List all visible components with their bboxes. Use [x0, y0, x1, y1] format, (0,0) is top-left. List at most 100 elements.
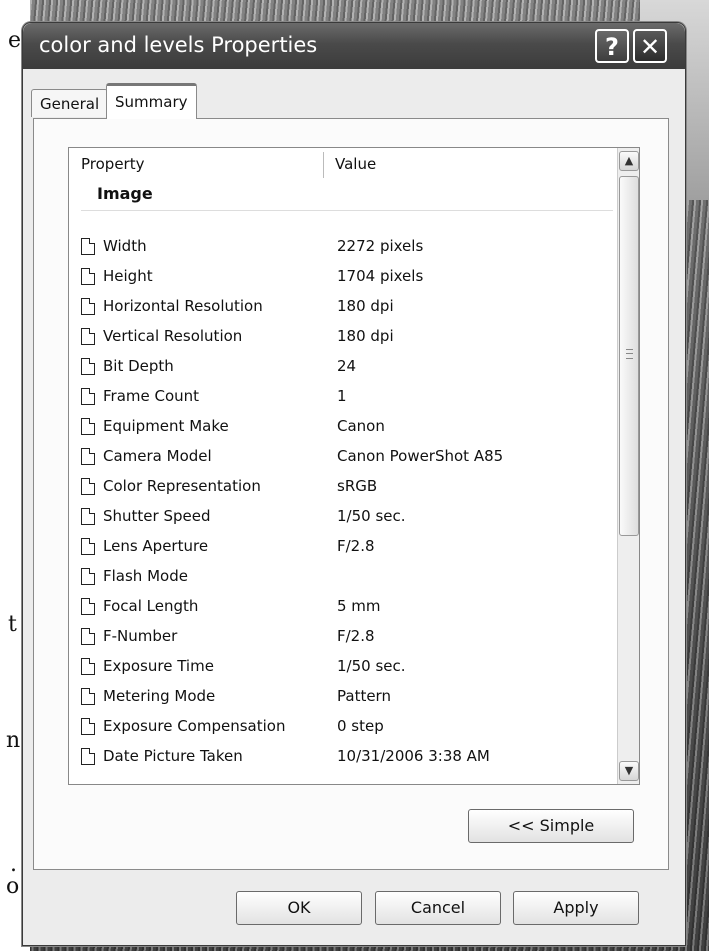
- document-icon: [81, 688, 95, 705]
- table-row[interactable]: Camera Model Canon PowerShot A85: [69, 442, 617, 472]
- document-icon: [81, 328, 95, 345]
- property-name: Focal Length: [103, 597, 199, 615]
- table-row[interactable]: Focal Length 5 mm: [69, 592, 617, 622]
- property-value: 1/50 sec.: [337, 507, 406, 525]
- property-name: Lens Aperture: [103, 537, 209, 555]
- document-icon: [81, 418, 95, 435]
- column-divider[interactable]: [323, 152, 324, 178]
- property-name: Date Picture Taken: [103, 747, 243, 765]
- scroll-down-button[interactable]: ▼: [619, 761, 639, 781]
- property-value: F/2.8: [337, 627, 375, 645]
- table-row[interactable]: Equipment Make Canon: [69, 412, 617, 442]
- document-icon: [81, 478, 95, 495]
- property-value: Pattern: [337, 687, 391, 705]
- simple-view-button[interactable]: << Simple: [468, 809, 634, 843]
- column-header-value[interactable]: Value: [335, 148, 376, 180]
- property-name: Exposure Time: [103, 657, 214, 675]
- property-value: 1: [337, 387, 347, 405]
- property-value: Canon PowerShot A85: [337, 447, 504, 465]
- title-bar[interactable]: color and levels Properties ? ✕: [23, 23, 685, 69]
- window-title: color and levels Properties: [39, 33, 318, 57]
- table-row[interactable]: Flash Mode: [69, 562, 617, 592]
- table-row[interactable]: Horizontal Resolution 180 dpi: [69, 292, 617, 322]
- property-value: 24: [337, 357, 357, 375]
- table-row[interactable]: Shutter Speed 1/50 sec.: [69, 502, 617, 532]
- table-row[interactable]: Width 2272 pixels: [69, 232, 617, 262]
- property-name: Color Representation: [103, 477, 261, 495]
- table-row[interactable]: Exposure Time 1/50 sec.: [69, 652, 617, 682]
- property-list[interactable]: Property Value Image Width 2272 pixels Hei…: [68, 147, 640, 785]
- table-row[interactable]: Exposure Compensation 0 step: [69, 712, 617, 742]
- property-value: Canon: [337, 417, 385, 435]
- help-button[interactable]: ?: [595, 29, 629, 63]
- tab-summary[interactable]: Summary: [106, 83, 197, 119]
- margin-text: o: [6, 874, 20, 899]
- scroll-up-button[interactable]: ▲: [619, 151, 639, 171]
- document-icon: [81, 358, 95, 375]
- property-value: 0 step: [337, 717, 384, 735]
- document-icon: [81, 448, 95, 465]
- group-heading-image: Image: [97, 184, 153, 203]
- list-header: Property Value: [69, 148, 617, 180]
- document-icon: [81, 658, 95, 675]
- table-row[interactable]: Date Picture Taken 10/31/2006 3:38 AM: [69, 742, 617, 772]
- document-icon: [81, 538, 95, 555]
- grip-icon: [626, 349, 633, 359]
- property-name: Bit Depth: [103, 357, 174, 375]
- summary-tab-panel: Property Value Image Width 2272 pixels Hei…: [33, 118, 669, 870]
- table-row[interactable]: F-Number F/2.8: [69, 622, 617, 652]
- table-row[interactable]: Frame Count 1: [69, 382, 617, 412]
- dialog-client-area: General Summary Property Value Image Wid…: [27, 69, 679, 941]
- close-button[interactable]: ✕: [633, 29, 667, 63]
- property-name: Height: [103, 267, 153, 285]
- property-value: 2272 pixels: [337, 237, 424, 255]
- property-name: Width: [103, 237, 147, 255]
- margin-text: t: [8, 612, 17, 637]
- property-name: Exposure Compensation: [103, 717, 286, 735]
- property-name: F-Number: [103, 627, 178, 645]
- document-icon: [81, 238, 95, 255]
- table-row[interactable]: Height 1704 pixels: [69, 262, 617, 292]
- document-icon: [81, 508, 95, 525]
- property-name: Flash Mode: [103, 567, 188, 585]
- document-icon: [81, 298, 95, 315]
- table-row[interactable]: Vertical Resolution 180 dpi: [69, 322, 617, 352]
- property-value: 10/31/2006 3:38 AM: [337, 747, 490, 765]
- table-row[interactable]: Bit Depth 24: [69, 352, 617, 382]
- property-value: 180 dpi: [337, 297, 394, 315]
- margin-text: e: [8, 28, 22, 53]
- property-name: Shutter Speed: [103, 507, 211, 525]
- group-divider: [81, 210, 613, 211]
- property-name: Vertical Resolution: [103, 327, 243, 345]
- property-name: Equipment Make: [103, 417, 229, 435]
- document-icon: [81, 718, 95, 735]
- document-icon: [81, 568, 95, 585]
- property-value: F/2.8: [337, 537, 375, 555]
- table-row[interactable]: Metering Mode Pattern: [69, 682, 617, 712]
- column-header-property[interactable]: Property: [81, 148, 321, 180]
- document-icon: [81, 268, 95, 285]
- property-value: sRGB: [337, 477, 378, 495]
- vertical-scrollbar[interactable]: ▲ ▼: [617, 148, 639, 784]
- tab-general[interactable]: General: [31, 89, 109, 117]
- margin-text: n: [6, 728, 21, 753]
- property-name: Camera Model: [103, 447, 212, 465]
- property-value: 5 mm: [337, 597, 381, 615]
- property-rows: Width 2272 pixels Height 1704 pixels Horizon…: [69, 232, 617, 772]
- table-row[interactable]: Color Representation sRGB: [69, 472, 617, 502]
- document-icon: [81, 598, 95, 615]
- property-name: Horizontal Resolution: [103, 297, 263, 315]
- properties-dialog: color and levels Properties ? ✕ General …: [22, 22, 686, 946]
- property-name: Metering Mode: [103, 687, 216, 705]
- scroll-thumb[interactable]: [619, 176, 639, 536]
- document-icon: [81, 748, 95, 765]
- document-icon: [81, 628, 95, 645]
- apply-button[interactable]: Apply: [513, 891, 639, 925]
- ok-button[interactable]: OK: [236, 891, 362, 925]
- table-row[interactable]: Lens Aperture F/2.8: [69, 532, 617, 562]
- property-value: 1/50 sec.: [337, 657, 406, 675]
- cancel-button[interactable]: Cancel: [375, 891, 501, 925]
- document-icon: [81, 388, 95, 405]
- property-name: Frame Count: [103, 387, 200, 405]
- property-value: 180 dpi: [337, 327, 394, 345]
